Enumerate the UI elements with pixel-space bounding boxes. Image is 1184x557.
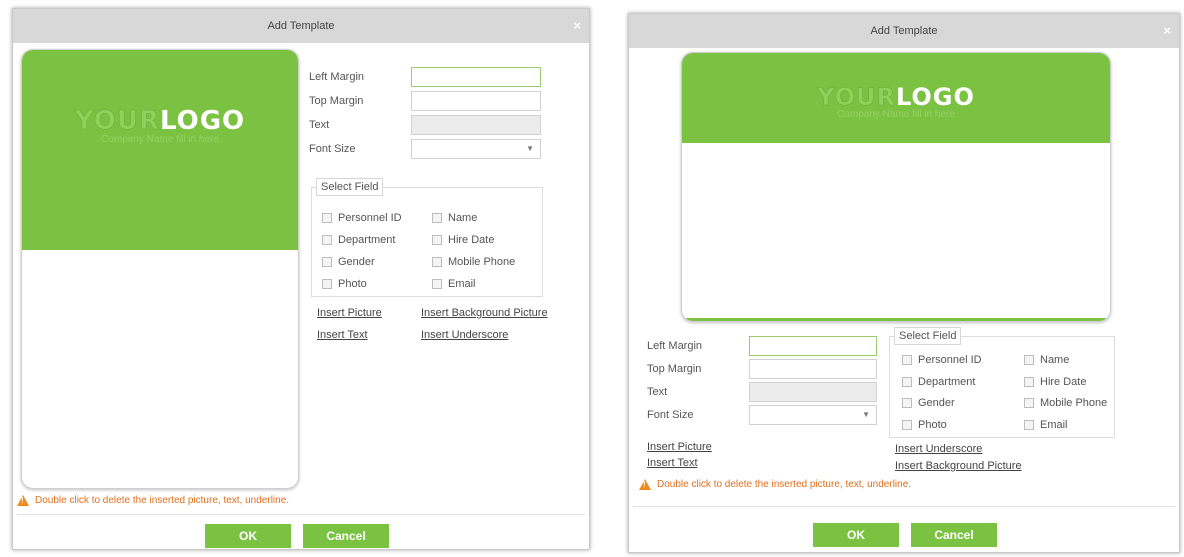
footer-divider xyxy=(17,514,585,515)
font-size-label: Font Size xyxy=(647,409,694,421)
dialog-title: Add Template xyxy=(870,25,938,37)
checkbox-icon[interactable] xyxy=(322,213,332,223)
warning-icon xyxy=(639,479,651,490)
field-checkbox-name[interactable]: Name xyxy=(1024,354,1069,366)
add-template-dialog-left: Add Template × YOURLOGO Company Name fil… xyxy=(12,8,590,550)
card-header-area xyxy=(22,50,298,250)
chevron-down-icon: ▼ xyxy=(862,410,870,419)
checkbox-icon[interactable] xyxy=(1024,398,1034,408)
insert-picture-link[interactable]: Insert Picture xyxy=(317,307,382,319)
insert-underscore-link[interactable]: Insert Underscore xyxy=(421,329,508,341)
checkbox-icon[interactable] xyxy=(1024,420,1034,430)
field-checkbox-photo[interactable]: Photo xyxy=(322,278,367,290)
cancel-button[interactable]: Cancel xyxy=(911,523,997,547)
field-checkbox-photo[interactable]: Photo xyxy=(902,419,947,431)
text-label: Text xyxy=(309,119,330,131)
checkbox-icon[interactable] xyxy=(902,398,912,408)
left-margin-label: Left Margin xyxy=(647,340,703,352)
checkbox-icon[interactable] xyxy=(322,235,332,245)
logo-image: YOURLOGO xyxy=(817,83,975,111)
field-checkbox-personnel-id[interactable]: Personnel ID xyxy=(322,212,402,224)
logo-image: YOURLOGO xyxy=(74,106,246,136)
dialog-title: Add Template xyxy=(267,20,335,32)
dialog-titlebar: Add Template × xyxy=(629,14,1179,48)
select-field-group: Select Field Personnel ID Name Departmen… xyxy=(889,327,1115,438)
field-checkbox-gender[interactable]: Gender xyxy=(322,256,375,268)
footer-divider xyxy=(633,506,1175,507)
text-input xyxy=(411,115,541,135)
top-margin-input[interactable] xyxy=(749,359,877,379)
close-icon[interactable]: × xyxy=(1163,14,1171,48)
text-input xyxy=(749,382,877,402)
checkbox-icon[interactable] xyxy=(1024,355,1034,365)
checkbox-icon[interactable] xyxy=(322,257,332,267)
checkbox-icon[interactable] xyxy=(432,235,442,245)
checkbox-icon[interactable] xyxy=(902,420,912,430)
insert-background-picture-link[interactable]: Insert Background Picture xyxy=(421,307,548,319)
top-margin-input[interactable] xyxy=(411,91,541,111)
warning-icon xyxy=(17,495,29,506)
select-field-legend: Select Field xyxy=(894,327,962,345)
field-checkbox-mobile-phone[interactable]: Mobile Phone xyxy=(432,256,515,268)
text-label: Text xyxy=(647,386,668,398)
close-icon[interactable]: × xyxy=(573,9,581,43)
left-margin-input[interactable] xyxy=(749,336,877,356)
add-template-dialog-right: Add Template × YOURLOGO Company Name fil… xyxy=(628,13,1180,553)
card-bottom-accent xyxy=(682,318,1110,321)
field-checkbox-department[interactable]: Department xyxy=(902,376,975,388)
checkbox-icon[interactable] xyxy=(902,355,912,365)
logo-subtitle: Company Name fill in here xyxy=(837,109,955,120)
top-margin-label: Top Margin xyxy=(309,95,364,107)
font-size-label: Font Size xyxy=(309,143,356,155)
insert-text-link[interactable]: Insert Text xyxy=(647,457,698,469)
checkbox-icon[interactable] xyxy=(902,377,912,387)
checkbox-icon[interactable] xyxy=(432,257,442,267)
checkbox-icon[interactable] xyxy=(322,279,332,289)
insert-background-picture-link[interactable]: Insert Background Picture xyxy=(895,460,1022,472)
cancel-button[interactable]: Cancel xyxy=(303,524,389,548)
checkbox-icon[interactable] xyxy=(1024,377,1034,387)
delete-hint-notice: Double click to delete the inserted pict… xyxy=(17,495,289,506)
insert-picture-link[interactable]: Insert Picture xyxy=(647,441,712,453)
checkbox-icon[interactable] xyxy=(432,213,442,223)
checkbox-icon[interactable] xyxy=(432,279,442,289)
select-field-group: Select Field Personnel ID Name Departmen… xyxy=(311,178,543,297)
template-card-preview[interactable]: YOURLOGO Company Name fill in here xyxy=(681,52,1111,322)
field-checkbox-hire-date[interactable]: Hire Date xyxy=(432,234,494,246)
ok-button[interactable]: OK xyxy=(205,524,291,548)
field-checkbox-email[interactable]: Email xyxy=(432,278,476,290)
insert-underscore-link[interactable]: Insert Underscore xyxy=(895,443,982,455)
top-margin-label: Top Margin xyxy=(647,363,702,375)
insert-text-link[interactable]: Insert Text xyxy=(317,329,368,341)
ok-button[interactable]: OK xyxy=(813,523,899,547)
field-checkbox-department[interactable]: Department xyxy=(322,234,395,246)
template-card-preview[interactable]: YOURLOGO Company Name fill in here xyxy=(21,49,299,489)
left-margin-input[interactable] xyxy=(411,67,541,87)
field-checkbox-hire-date[interactable]: Hire Date xyxy=(1024,376,1086,388)
field-checkbox-mobile-phone[interactable]: Mobile Phone xyxy=(1024,397,1107,409)
dialog-titlebar: Add Template × xyxy=(13,9,589,43)
field-checkbox-personnel-id[interactable]: Personnel ID xyxy=(902,354,982,366)
delete-hint-notice: Double click to delete the inserted pict… xyxy=(639,479,911,490)
field-checkbox-gender[interactable]: Gender xyxy=(902,397,955,409)
font-size-select[interactable]: ▼ xyxy=(749,405,877,425)
left-margin-label: Left Margin xyxy=(309,71,365,83)
logo-subtitle: Company Name fill in here xyxy=(101,134,219,145)
chevron-down-icon: ▼ xyxy=(526,144,534,153)
field-checkbox-email[interactable]: Email xyxy=(1024,419,1068,431)
field-checkbox-name[interactable]: Name xyxy=(432,212,477,224)
select-field-legend: Select Field xyxy=(316,178,384,196)
font-size-select[interactable]: ▼ xyxy=(411,139,541,159)
